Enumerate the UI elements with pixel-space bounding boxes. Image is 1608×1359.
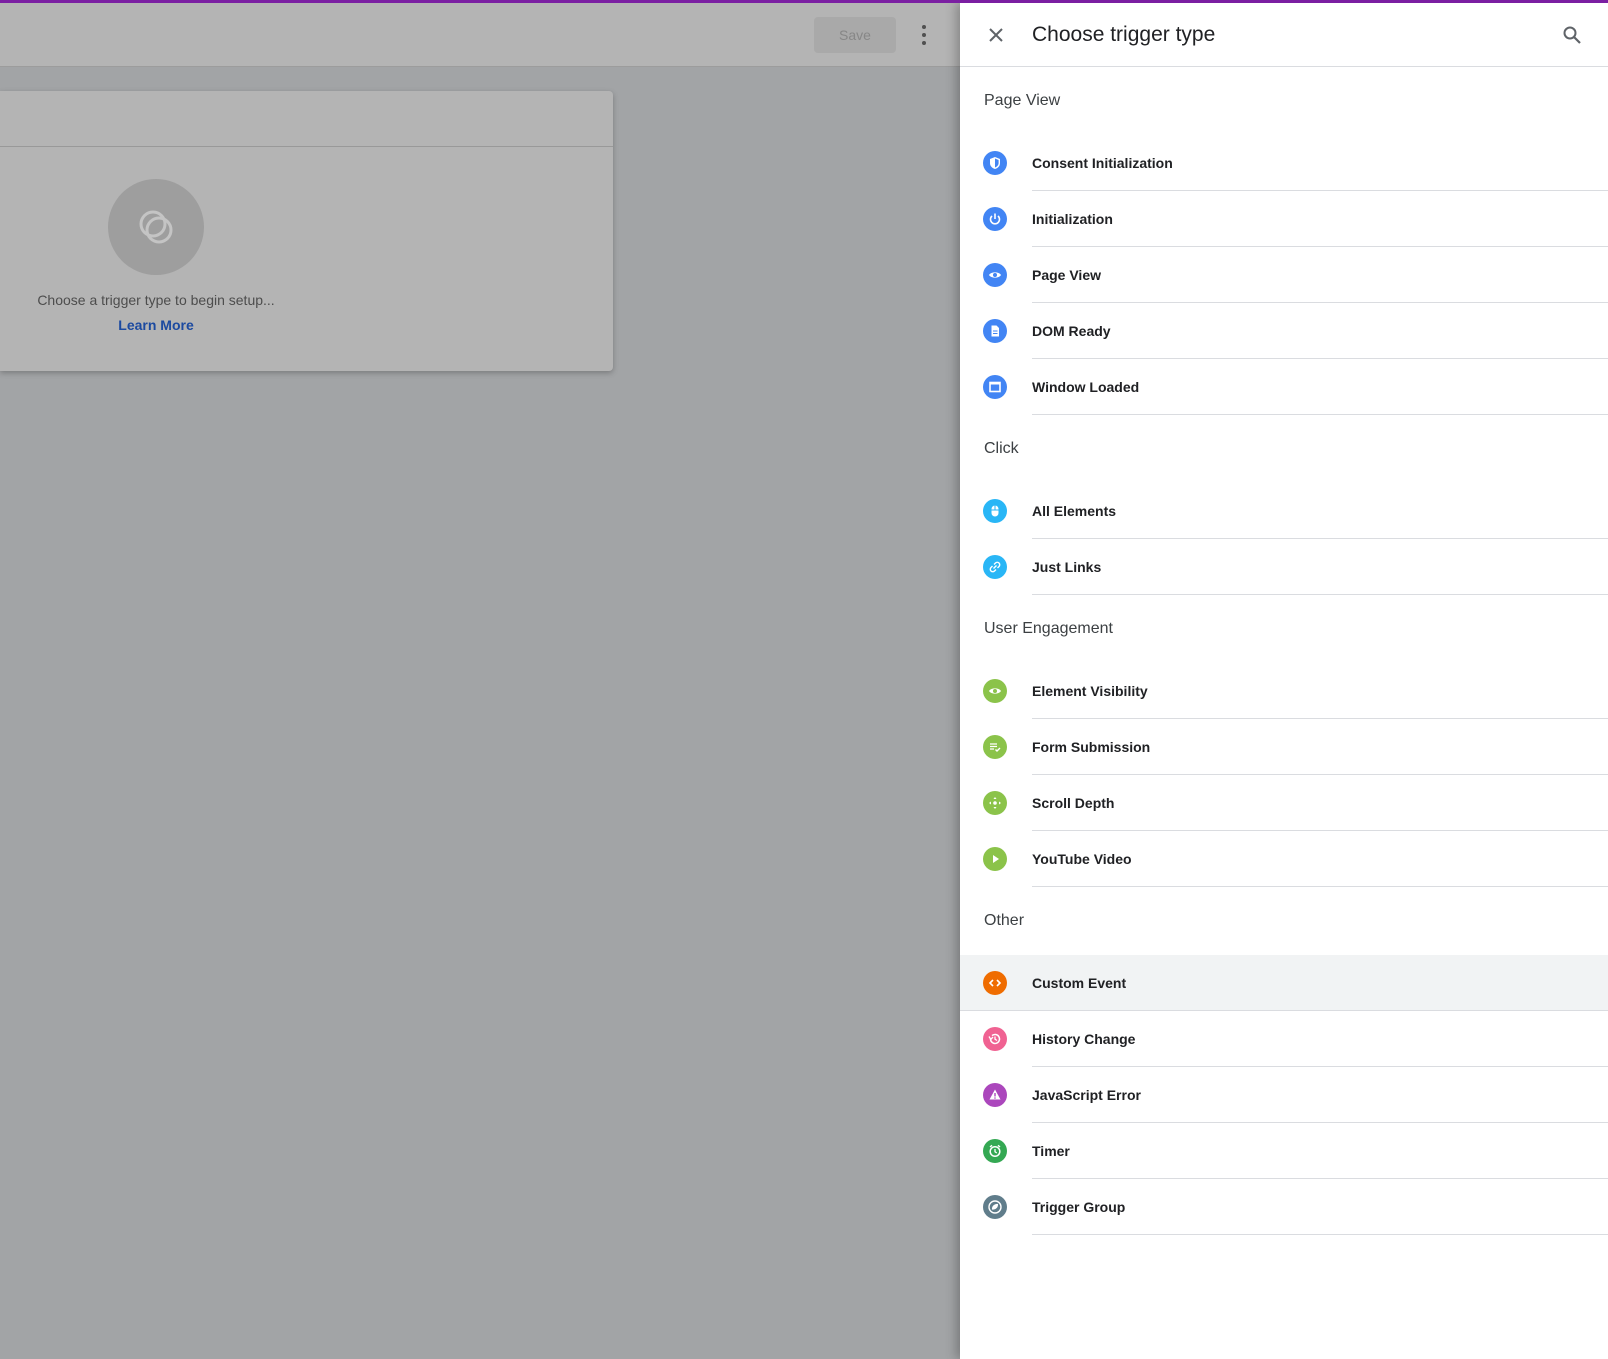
trigger-type-scroll-depth[interactable]: Scroll Depth bbox=[960, 775, 1608, 831]
trigger-type-label: History Change bbox=[1032, 1031, 1136, 1047]
mouse-icon bbox=[983, 499, 1007, 523]
divider bbox=[1032, 1234, 1608, 1235]
trigger-type-label: Timer bbox=[1032, 1143, 1070, 1159]
power-icon bbox=[983, 207, 1007, 231]
trigger-type-label: Trigger Group bbox=[1032, 1199, 1126, 1215]
divider bbox=[1032, 886, 1608, 887]
trigger-type-label: Scroll Depth bbox=[1032, 795, 1115, 811]
trigger-type-initialization[interactable]: Initialization bbox=[960, 191, 1608, 247]
learn-more-link[interactable]: Learn More bbox=[0, 317, 312, 333]
trigger-type-list: Page View Consent Initialization Initializ… bbox=[960, 67, 1608, 1235]
trigger-type-history-change[interactable]: History Change bbox=[960, 1011, 1608, 1067]
more-options-icon[interactable] bbox=[912, 19, 936, 51]
document-icon bbox=[983, 319, 1007, 343]
section-title: Click bbox=[984, 440, 1019, 457]
card-header bbox=[0, 91, 613, 147]
trigger-type-label: Window Loaded bbox=[1032, 379, 1140, 395]
section-title: User Engagement bbox=[984, 620, 1113, 637]
trigger-type-just-links[interactable]: Just Links bbox=[960, 539, 1608, 595]
eye-icon bbox=[983, 263, 1007, 287]
window-icon bbox=[983, 375, 1007, 399]
trigger-type-label: Consent Initialization bbox=[1032, 155, 1173, 171]
editor-header: Save bbox=[0, 3, 960, 67]
shield-icon bbox=[983, 151, 1007, 175]
play-icon bbox=[983, 847, 1007, 871]
section-title: Other bbox=[984, 912, 1025, 929]
trigger-type-label: Just Links bbox=[1032, 559, 1102, 575]
trigger-type-label: Initialization bbox=[1032, 211, 1113, 227]
trigger-type-label: YouTube Video bbox=[1032, 851, 1132, 867]
card-instruction-text: Choose a trigger type to begin setup... bbox=[37, 292, 275, 308]
trigger-type-element-visibility[interactable]: Element Visibility bbox=[960, 663, 1608, 719]
trigger-type-label: All Elements bbox=[1032, 503, 1117, 519]
trigger-type-youtube-video[interactable]: YouTube Video bbox=[960, 831, 1608, 887]
trigger-type-label: Form Submission bbox=[1032, 739, 1151, 755]
save-button[interactable]: Save bbox=[814, 17, 896, 53]
history-icon bbox=[983, 1027, 1007, 1051]
trigger-config-card: Choose a trigger type to begin setup... … bbox=[0, 91, 613, 371]
trigger-type-label: Element Visibility bbox=[1032, 683, 1148, 699]
trigger-type-label: Custom Event bbox=[1032, 975, 1127, 991]
trigger-type-consent-initialization[interactable]: Consent Initialization bbox=[960, 135, 1608, 191]
divider bbox=[1032, 414, 1608, 415]
link-icon bbox=[983, 555, 1007, 579]
alarm-icon bbox=[983, 1139, 1007, 1163]
trigger-type-label: JavaScript Error bbox=[1032, 1087, 1141, 1103]
top-accent-bar bbox=[0, 0, 1608, 3]
trigger-type-form-submission[interactable]: Form Submission bbox=[960, 719, 1608, 775]
trigger-type-custom-event[interactable]: Custom Event bbox=[960, 955, 1608, 1011]
warning-icon bbox=[983, 1083, 1007, 1107]
trigger-type-timer[interactable]: Timer bbox=[960, 1123, 1608, 1179]
trigger-type-dom-ready[interactable]: DOM Ready bbox=[960, 303, 1608, 359]
trigger-placeholder-icon[interactable] bbox=[108, 179, 204, 275]
close-icon[interactable] bbox=[980, 19, 1012, 51]
section-title: Page View bbox=[984, 92, 1061, 109]
trigger-type-window-loaded[interactable]: Window Loaded bbox=[960, 359, 1608, 415]
trigger-type-label: DOM Ready bbox=[1032, 323, 1111, 339]
divider bbox=[1032, 594, 1608, 595]
trigger-group-icon bbox=[983, 1195, 1007, 1219]
trigger-type-javascript-error[interactable]: JavaScript Error bbox=[960, 1067, 1608, 1123]
trigger-type-label: Page View bbox=[1032, 267, 1102, 283]
panel-title: Choose trigger type bbox=[1032, 23, 1216, 46]
trigger-type-trigger-group[interactable]: Trigger Group bbox=[960, 1179, 1608, 1235]
eye-icon bbox=[983, 679, 1007, 703]
trigger-type-panel: Choose trigger type Page View Consent Ini… bbox=[960, 3, 1608, 1359]
trigger-type-all-elements[interactable]: All Elements bbox=[960, 483, 1608, 539]
form-check-icon bbox=[983, 735, 1007, 759]
search-icon[interactable] bbox=[1556, 19, 1588, 51]
panel-header: Choose trigger type bbox=[960, 3, 1608, 67]
scroll-icon bbox=[983, 791, 1007, 815]
trigger-type-page-view[interactable]: Page View bbox=[960, 247, 1608, 303]
code-icon bbox=[983, 971, 1007, 995]
